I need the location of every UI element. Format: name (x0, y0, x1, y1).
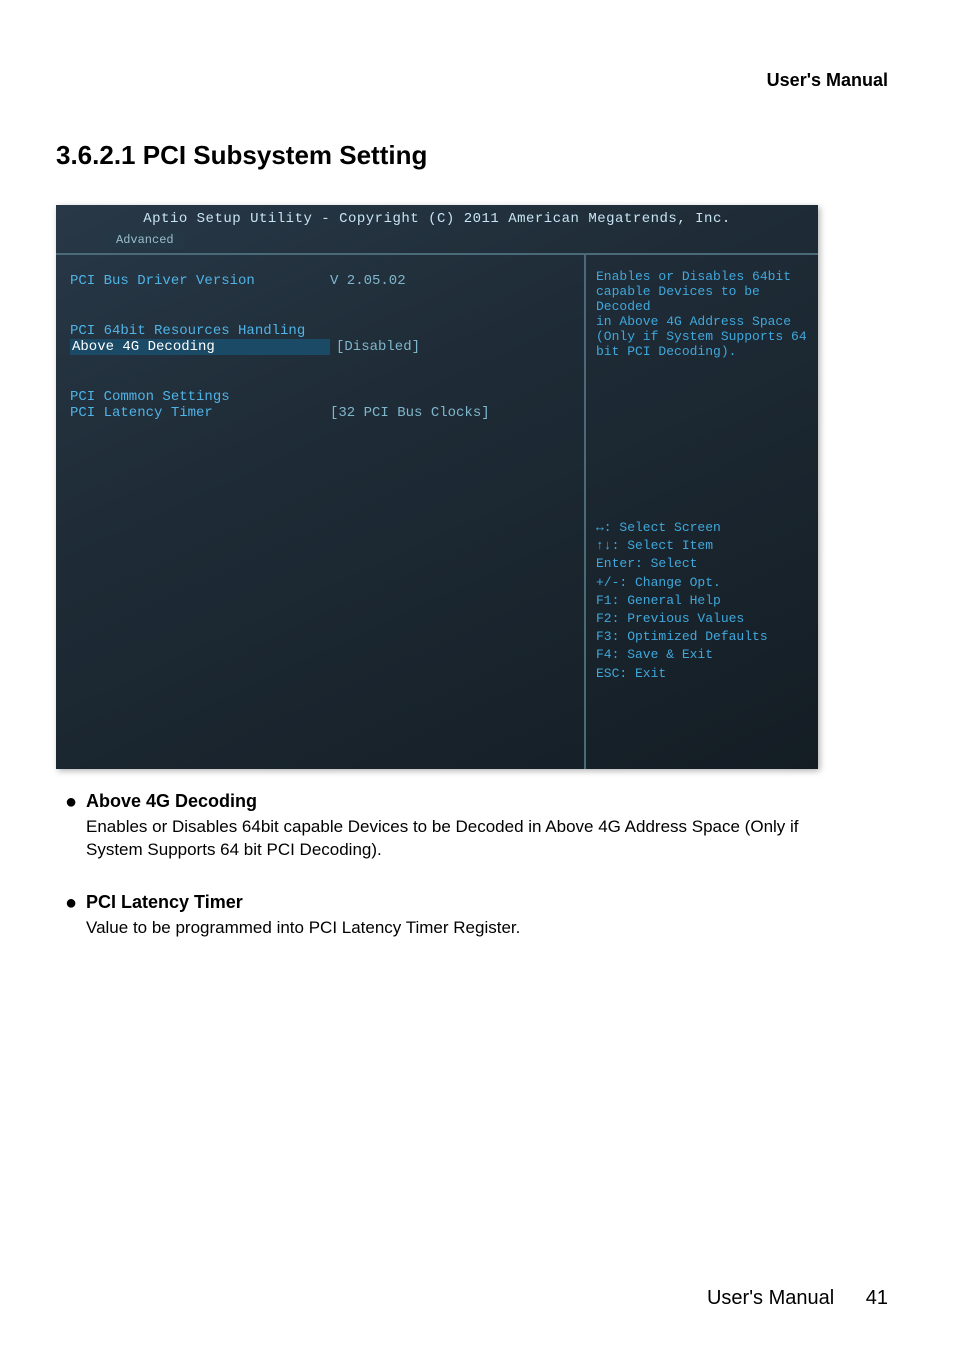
bullet-item: ● Above 4G Decoding Enables or Disables … (56, 791, 898, 862)
bios-row-common-heading: PCI Common Settings (70, 389, 570, 405)
bullet-desc: Enables or Disables 64bit capable Device… (86, 816, 846, 862)
footer: User's Manual 41 (707, 1287, 888, 1310)
bios-key-hint: F2: Previous Values (596, 610, 808, 628)
bios-help-desc: (Only if System Supports 64 (596, 329, 808, 344)
bios-key-hint: F4: Save & Exit (596, 646, 808, 664)
bullet-icon: ● (56, 892, 86, 940)
bios-label: PCI Common Settings (70, 389, 330, 405)
bullet-heading: Above 4G Decoding (86, 791, 846, 812)
bios-label: PCI Latency Timer (70, 405, 330, 421)
bios-row-above4g[interactable]: Above 4G Decoding [Disabled] (70, 339, 570, 355)
bios-help-desc: Enables or Disables 64bit (596, 269, 808, 284)
bios-value: [Disabled] (336, 339, 420, 355)
section-number: 3.6.2.1 PCI Subsystem Setting (56, 140, 898, 171)
bios-label: PCI Bus Driver Version (70, 273, 330, 289)
bios-key-hint: ESC: Exit (596, 665, 808, 683)
bios-right-pane: Enables or Disables 64bit capable Device… (586, 255, 818, 769)
bios-label-selected: Above 4G Decoding (70, 339, 330, 355)
bullet-desc: Value to be programmed into PCI Latency … (86, 917, 520, 940)
bios-tab-advanced[interactable]: Advanced (106, 231, 184, 249)
bullet-item: ● PCI Latency Timer Value to be programm… (56, 892, 898, 940)
bios-screenshot: Aptio Setup Utility - Copyright (C) 2011… (56, 205, 818, 769)
bios-value: V 2.05.02 (330, 273, 406, 289)
bios-row-latency[interactable]: PCI Latency Timer [32 PCI Bus Clocks] (70, 405, 570, 421)
bios-key-hint: Enter: Select (596, 555, 808, 573)
bios-help-desc: capable Devices to be Decoded (596, 284, 808, 314)
bios-value: [32 PCI Bus Clocks] (330, 405, 490, 421)
bios-title-bar: Aptio Setup Utility - Copyright (C) 2011… (56, 205, 818, 255)
bios-label: PCI 64bit Resources Handling (70, 323, 330, 339)
bios-help-desc: in Above 4G Address Space (596, 314, 808, 329)
bios-left-pane: PCI Bus Driver Version V 2.05.02 PCI 64b… (56, 255, 586, 769)
bios-row-driver-version: PCI Bus Driver Version V 2.05.02 (70, 273, 570, 289)
bios-title: Aptio Setup Utility - Copyright (C) 2011… (56, 205, 818, 227)
bios-help-desc: bit PCI Decoding). (596, 344, 808, 359)
header-right: User's Manual (767, 70, 888, 91)
bios-key-hint: ↑↓: Select Item (596, 537, 808, 555)
bios-key-hint: F3: Optimized Defaults (596, 628, 808, 646)
bullet-icon: ● (56, 791, 86, 862)
bios-key-hint: ↔: Select Screen (596, 519, 808, 537)
page-number: 41 (866, 1287, 888, 1309)
footer-label: User's Manual (707, 1287, 834, 1309)
bios-row-64bit-heading: PCI 64bit Resources Handling (70, 323, 570, 339)
bios-key-hint: F1: General Help (596, 592, 808, 610)
bullet-heading: PCI Latency Timer (86, 892, 520, 913)
bios-key-hint: +/-: Change Opt. (596, 574, 808, 592)
